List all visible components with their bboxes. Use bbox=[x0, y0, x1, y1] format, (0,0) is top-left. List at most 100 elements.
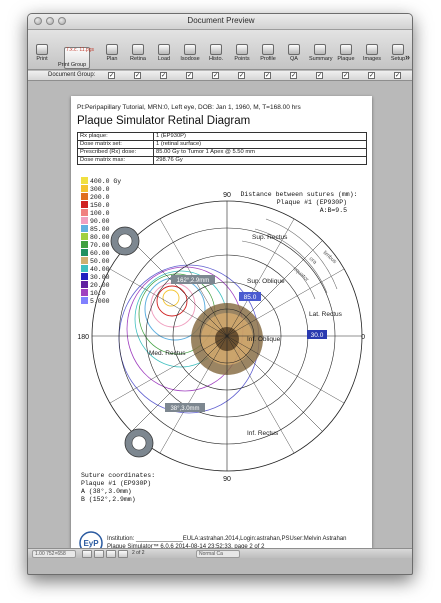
table-cell: Prescribed (Rx) dose: bbox=[77, 148, 154, 157]
document-group-checkbox[interactable]: ✓ bbox=[238, 72, 245, 79]
document-group-label: Document Group: bbox=[48, 72, 96, 78]
document-group-checkbox[interactable]: ✓ bbox=[212, 72, 219, 79]
title-bar[interactable]: Document Preview bbox=[28, 14, 412, 30]
document-group-checkbox[interactable]: ✓ bbox=[368, 72, 375, 79]
suture-a-tag-text: 162°,2.9mm bbox=[177, 278, 209, 284]
isodose-region bbox=[118, 264, 263, 414]
toolbar-button-histo[interactable]: Histo. bbox=[205, 44, 227, 68]
isodose-icon bbox=[184, 44, 196, 55]
toolbar-button-plaque[interactable]: Plaque bbox=[335, 44, 357, 68]
document-group-checkbox[interactable]: ✓ bbox=[108, 72, 115, 79]
print-button[interactable]: Print bbox=[31, 44, 53, 68]
retinal-diagram: 400.0 Gy300.0200.0150.0100.090.0085.0080… bbox=[77, 177, 365, 503]
legend-label: 50.00 bbox=[90, 258, 110, 265]
legend-label: 100.0 bbox=[90, 210, 110, 217]
page-indicator: 2 of 2 bbox=[132, 550, 145, 556]
region-label: Sup. Rectus bbox=[252, 234, 288, 241]
legend-swatch bbox=[81, 185, 88, 192]
legend-label: 200.0 bbox=[90, 194, 110, 201]
toolbar-button-points[interactable]: Points bbox=[231, 44, 253, 68]
legend-swatch bbox=[81, 265, 88, 272]
document-group-checkbox[interactable]: ✓ bbox=[316, 72, 323, 79]
table-cell: 1 (retinal surface) bbox=[153, 140, 367, 149]
document-group-checkbox[interactable]: ✓ bbox=[264, 72, 271, 79]
toolbar-button-label: Plaque bbox=[337, 56, 355, 62]
toolbar-button-plan[interactable]: Plan bbox=[101, 44, 123, 68]
legend-swatch bbox=[81, 177, 88, 184]
document-group-checkbox[interactable]: ✓ bbox=[160, 72, 167, 79]
table-cell: 85.00 Gy to Tumor 1 Apex @ 5.50 mm bbox=[153, 148, 367, 157]
print-group-tag: 7.x.c. 11.pgs bbox=[66, 47, 94, 53]
print-group-label: Print Group bbox=[58, 62, 87, 68]
toolbar-button-label: Retina bbox=[130, 56, 146, 62]
toolbar-button-isodose[interactable]: Isodose bbox=[179, 44, 201, 68]
legend-label: 150.0 bbox=[90, 202, 110, 209]
angle-label-bottom: 90 bbox=[223, 476, 231, 483]
plaque-icon bbox=[340, 44, 352, 55]
toolbar-button-summary[interactable]: Summary bbox=[309, 44, 333, 68]
qa-icon bbox=[288, 44, 300, 55]
plan-icon bbox=[106, 44, 118, 55]
table-cell: 298.76 Gy bbox=[153, 156, 367, 165]
toolbar-button-label: Histo. bbox=[208, 56, 224, 62]
document-group-checkbox[interactable]: ✓ bbox=[290, 72, 297, 79]
isodose-contour bbox=[162, 289, 180, 307]
toolbar-button-profile[interactable]: Profile bbox=[257, 44, 279, 68]
toolbar-button-load[interactable]: Load bbox=[153, 44, 175, 68]
table-cell: 1 (EP930P) bbox=[153, 132, 367, 141]
outer-label: equator bbox=[292, 266, 310, 283]
suture-plaque-name: Plaque #1 (EP930P) bbox=[277, 199, 347, 206]
toolbar-button-label: Load bbox=[157, 56, 171, 62]
document-preview-window: Document Preview Print 7.x.c. 11.pgs Pri… bbox=[27, 13, 413, 575]
document-group-checkbox[interactable]: ✓ bbox=[134, 72, 141, 79]
next-page-button[interactable] bbox=[118, 550, 128, 558]
table-cell: Dose matrix set: bbox=[77, 140, 154, 149]
retina-icon bbox=[132, 44, 144, 55]
toolbar-button-label: Summary bbox=[309, 56, 333, 62]
legend-label: 60.00 bbox=[90, 250, 110, 257]
region-label: Inf. Rectus bbox=[247, 430, 279, 437]
legend-swatch bbox=[81, 273, 88, 280]
toolbar-button-retina[interactable]: Retina bbox=[127, 44, 149, 68]
region-label: Sup. Oblique bbox=[247, 278, 285, 285]
document-heading: Plaque Simulator Retinal Diagram bbox=[77, 115, 251, 127]
region-label: Inf. Oblique bbox=[247, 336, 281, 343]
suture-distance-header: Distance between sutures (mm): bbox=[240, 191, 357, 198]
document-group-checkbox[interactable]: ✓ bbox=[394, 72, 401, 79]
region-label: Lat. Rectus bbox=[309, 311, 343, 318]
angle-label-left: 180 bbox=[77, 334, 89, 341]
toolbar-button-label: Points bbox=[234, 56, 250, 62]
dimension-field[interactable]: 1.00 752×658 bbox=[32, 550, 76, 558]
prev-page-button[interactable] bbox=[106, 550, 116, 558]
footer-institution: Institution: ______________EULA:astrahan… bbox=[107, 536, 347, 542]
toolbar-button-label: Plan bbox=[106, 56, 118, 62]
zoom-out-button[interactable] bbox=[94, 550, 104, 558]
toolbar: Print 7.x.c. 11.pgs Print Group Plan Reti… bbox=[28, 30, 412, 70]
suture-b-tag-text: 38°,3.0mm bbox=[170, 406, 199, 412]
legend-label: 90.00 bbox=[90, 218, 110, 225]
legend-swatch bbox=[81, 209, 88, 216]
toolbar-overflow-button[interactable]: » bbox=[405, 52, 410, 62]
table-row: Prescribed (Rx) dose: 85.00 Gy to Tumor 1… bbox=[77, 148, 367, 157]
legend-label: 70.00 bbox=[90, 242, 110, 249]
zoom-in-button[interactable] bbox=[82, 550, 92, 558]
legend-label: 5.000 bbox=[90, 298, 110, 305]
table-row: Dose matrix set: 1 (retinal surface) bbox=[77, 140, 367, 149]
toolbar-button-images[interactable]: Images bbox=[361, 44, 383, 68]
legend-label: 20.00 bbox=[90, 282, 110, 289]
zoom-select[interactable]: Normal Ca bbox=[196, 550, 240, 558]
load-icon bbox=[158, 44, 170, 55]
document-group-checkbox[interactable]: ✓ bbox=[186, 72, 193, 79]
legend-label: 85.00 bbox=[90, 226, 110, 233]
status-bar: 1.00 752×658 2 of 2 Normal Ca bbox=[28, 548, 412, 558]
document-group-checkbox[interactable]: ✓ bbox=[342, 72, 349, 79]
legend-swatch bbox=[81, 249, 88, 256]
legend-swatch bbox=[81, 201, 88, 208]
table-row: Dose matrix max: 298.76 Gy bbox=[77, 156, 367, 165]
suture-a-marker bbox=[110, 226, 140, 256]
suture-a-coords: A (38°,3.0mm) bbox=[81, 487, 132, 495]
legend-swatch bbox=[81, 233, 88, 240]
legend-label: 40.00 bbox=[90, 266, 110, 273]
toolbar-button-qa[interactable]: QA bbox=[283, 44, 305, 68]
document-group-bar: Document Group: ✓ ✓ ✓ ✓ ✓ ✓ ✓ ✓ ✓ ✓ ✓ ✓ bbox=[28, 71, 412, 81]
